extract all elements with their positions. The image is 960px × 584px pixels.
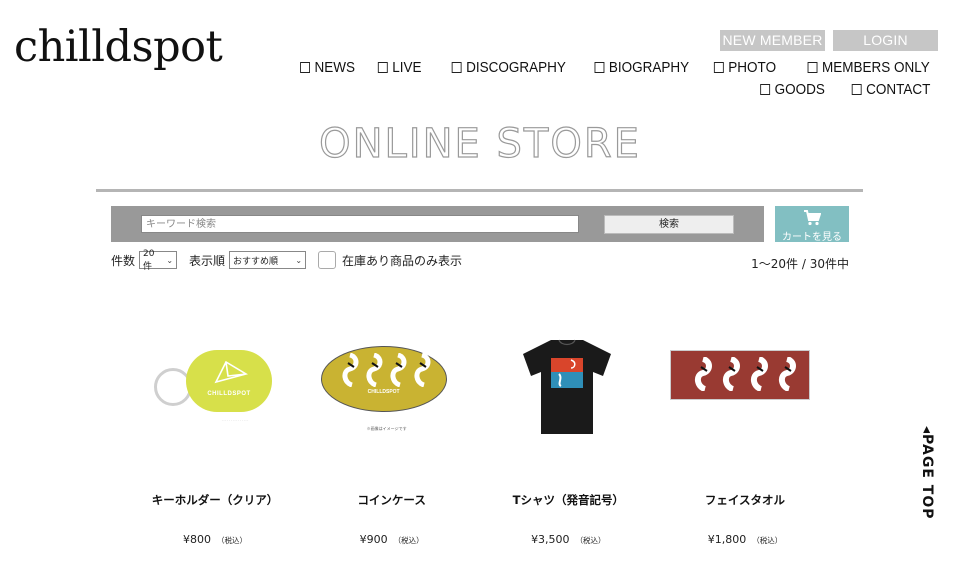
page-top-button[interactable]: ◂PAGE TOP	[917, 426, 937, 538]
nav-item-discography[interactable]: DISCOGRAPHY	[451, 58, 566, 76]
auth-buttons: NEW MEMBER LOGIN	[720, 30, 938, 51]
chevron-down-icon: ⌄	[295, 255, 303, 265]
coin-case-body: CHILLDSPOT	[320, 346, 447, 412]
product-card[interactable]: CHILLDSPOT ※画像はイメージです コインケース ¥900 （税込）	[307, 310, 477, 546]
cart-label: カートを見る	[782, 232, 842, 243]
checkbox-icon	[759, 83, 770, 95]
site-logo[interactable]: chilldspot	[14, 26, 223, 69]
nav-item-news[interactable]: NEWS	[299, 58, 355, 76]
coin-case-logo: CHILLDSPOT	[367, 389, 400, 395]
image-note: · · · · · · · · · · · · · · ·	[221, 418, 249, 422]
login-button[interactable]: LOGIN	[833, 30, 938, 51]
checkbox-icon	[451, 61, 462, 73]
page-top-label: ◂PAGE TOP	[919, 426, 935, 520]
product-card[interactable]: Tシャツ（発音記号） ¥3,500 （税込）	[483, 310, 653, 546]
image-note: ※画像はイメージです	[366, 426, 407, 431]
stock-only-checkbox[interactable]	[318, 251, 337, 269]
nav-item-photo[interactable]: PHOTO	[714, 58, 776, 76]
main-nav: NEWS LIVE DISCOGRAPHY BIOGRAPHY PHOTO ME…	[280, 58, 930, 98]
chevron-down-icon: ⌄	[166, 255, 174, 265]
filters: 件数 20件 ⌄ 表示順 おすすめ順 ⌄ 在庫あり商品のみ表示	[111, 248, 463, 272]
nav-label: DISCOGRAPHY	[466, 58, 566, 76]
character-icon	[750, 357, 768, 391]
product-image-coin-case[interactable]: CHILLDSPOT ※画像はイメージです	[307, 310, 477, 470]
nav-label: GOODS	[774, 80, 825, 98]
nav-label: PHOTO	[728, 58, 777, 76]
towel-body	[669, 350, 810, 400]
character-icon	[366, 353, 383, 387]
search-button[interactable]: 検索	[604, 215, 734, 234]
nav-item-goods[interactable]: GOODS	[759, 80, 825, 98]
product-price: ¥900 （税込）	[307, 533, 477, 546]
search-bar: 検索	[111, 206, 764, 242]
nav-label: NEWS	[314, 58, 355, 76]
price-value: ¥3,500	[531, 533, 570, 546]
product-name[interactable]: Tシャツ（発音記号）	[483, 492, 653, 512]
product-image-tshirt[interactable]	[483, 310, 653, 470]
checkbox-icon	[377, 61, 388, 73]
search-input[interactable]	[141, 215, 579, 233]
tax-label: （税込）	[393, 536, 424, 545]
sort-value: おすすめ順	[233, 256, 279, 267]
product-card[interactable]: CHILLDSPOT · · · · · · · · · · · · · · ·…	[130, 310, 300, 546]
result-count: 1〜20件 / 30件中	[751, 257, 849, 271]
count-label: 件数	[111, 253, 136, 268]
checkbox-icon	[714, 61, 724, 73]
count-value: 20件	[143, 248, 155, 272]
sort-label: 表示順	[189, 253, 226, 268]
tax-label: （税込）	[217, 536, 247, 545]
product-name[interactable]: コインケース	[307, 492, 477, 512]
tshirt-icon	[523, 339, 612, 434]
tax-label: （税込）	[752, 536, 783, 545]
keyholder-logo: CHILLDSPOT	[207, 391, 251, 397]
checkbox-icon	[851, 83, 862, 95]
cart-icon	[804, 210, 821, 226]
price-value: ¥800	[183, 533, 211, 546]
checkbox-icon	[594, 61, 605, 73]
sort-select[interactable]: おすすめ順 ⌄	[229, 251, 307, 269]
count-select[interactable]: 20件 ⌄	[139, 248, 178, 272]
character-icon	[390, 353, 407, 387]
product-card[interactable]: フェイスタオル ¥1,800 （税込）	[660, 310, 830, 546]
checkbox-icon	[299, 61, 310, 73]
new-member-button[interactable]: NEW MEMBER	[720, 30, 825, 51]
product-image-towel[interactable]	[660, 310, 830, 470]
product-name[interactable]: キーホルダー（クリア）	[130, 492, 300, 512]
character-icon	[694, 357, 712, 391]
divider	[96, 189, 863, 192]
character-icon	[722, 357, 740, 391]
stock-only-label: 在庫あり商品のみ表示	[342, 253, 463, 268]
price-value: ¥900	[359, 533, 388, 546]
product-name[interactable]: フェイスタオル	[660, 492, 830, 512]
nav-item-contact[interactable]: CONTACT	[851, 80, 930, 98]
checkbox-icon	[807, 61, 818, 73]
character-icon	[342, 353, 359, 387]
product-grid: CHILLDSPOT · · · · · · · · · · · · · · ·…	[130, 310, 830, 546]
nav-item-live[interactable]: LIVE	[377, 58, 421, 76]
tax-label: （税込）	[575, 536, 606, 545]
character-icon	[778, 357, 796, 391]
nav-label: LIVE	[391, 58, 422, 76]
nav-label: BIOGRAPHY	[608, 58, 690, 76]
product-price: ¥3,500 （税込）	[483, 533, 653, 546]
nav-label: CONTACT	[865, 80, 930, 98]
price-value: ¥1,800	[707, 533, 747, 546]
nav-item-biography[interactable]: BIOGRAPHY	[594, 58, 690, 76]
paper-plane-icon	[214, 360, 248, 384]
nav-label: MEMBERS ONLY	[822, 58, 930, 76]
product-price: ¥1,800 （税込）	[660, 533, 830, 546]
character-icon	[414, 353, 431, 387]
nav-item-members-only[interactable]: MEMBERS ONLY	[807, 58, 930, 76]
page-title: ONLINE STORE	[319, 121, 641, 167]
view-cart-button[interactable]: カートを見る	[775, 206, 849, 243]
product-image-keyholder[interactable]: CHILLDSPOT · · · · · · · · · · · · · · ·	[130, 310, 300, 470]
keyholder-body: CHILLDSPOT	[186, 350, 272, 412]
product-price: ¥800 （税込）	[130, 533, 300, 546]
